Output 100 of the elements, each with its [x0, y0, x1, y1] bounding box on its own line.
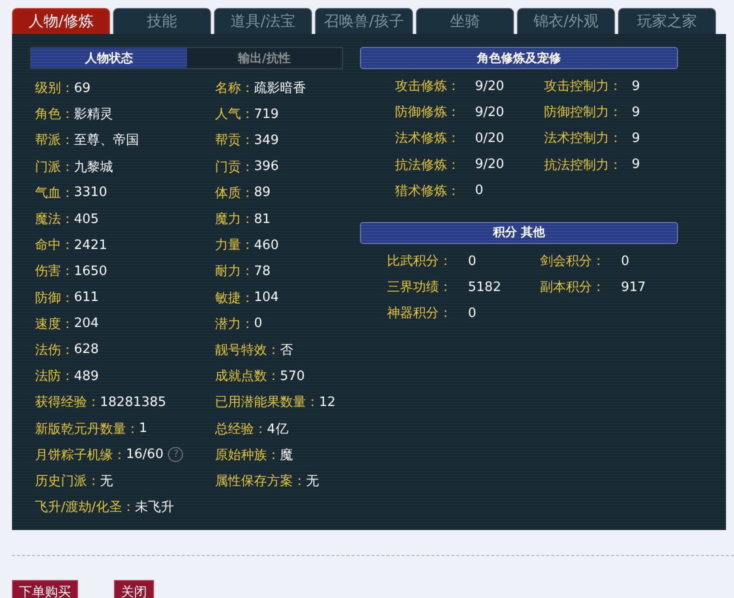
field-value: 9/20 [475, 78, 504, 94]
field-value: 349 [254, 132, 279, 148]
field-value: 104 [254, 290, 279, 306]
field-label: 力量： [215, 237, 254, 254]
field-value: 628 [74, 342, 99, 358]
field-value: 9/20 [475, 104, 504, 120]
field-value: 1650 [74, 264, 108, 279]
field-label: 敏捷： [215, 290, 254, 307]
sub-tab[interactable]: 输出/抗性 [186, 48, 342, 68]
field-label: 历史门派： [35, 472, 100, 490]
field-label: 名称： [215, 80, 254, 98]
tab[interactable]: 道具/法宝 [214, 8, 312, 34]
field-label: 帮派： [35, 132, 74, 150]
field-value: 16/60 [126, 447, 164, 462]
field-value: 9/20 [475, 157, 504, 172]
tab[interactable]: 玩家之家 [618, 8, 716, 34]
field-value: 5182 [468, 280, 502, 295]
field-label: 月饼粽子机缘： [35, 446, 126, 464]
field-label: 门贡： [215, 158, 254, 176]
field-label: 法术控制力： [544, 130, 623, 148]
field-value: 12 [319, 394, 336, 410]
field-value: 1 [139, 421, 148, 436]
tab[interactable]: 锦衣/外观 [517, 8, 615, 34]
field-value: 2421 [74, 238, 108, 253]
field-label: 猎术修炼： [395, 182, 461, 200]
field-label: 飞升/渡劫/化圣： [35, 499, 135, 516]
field-value: 0 [468, 306, 476, 321]
field-label: 获得经验： [35, 394, 100, 412]
field-label: 人气： [215, 106, 254, 124]
field-value: 204 [74, 316, 99, 332]
field-value: 3310 [74, 185, 108, 200]
field-value: 魔 [280, 446, 293, 464]
field-label: 伤害： [35, 263, 74, 280]
field-value: 影精灵 [74, 106, 113, 124]
field-label: 法伤： [35, 342, 74, 359]
tab[interactable]: 召唤兽/孩子 [315, 8, 413, 34]
field-value: 至尊、帝国 [74, 132, 139, 150]
field-value: 460 [254, 238, 279, 253]
field-value: 0/20 [475, 130, 504, 146]
field-value: 396 [254, 159, 279, 174]
tab[interactable]: 坐骑 [416, 8, 514, 34]
sub-tab[interactable]: 人物状态 [31, 48, 186, 68]
field-value: 0 [621, 254, 630, 269]
field-label: 气血： [35, 184, 74, 202]
field-label: 门派： [35, 158, 74, 176]
field-label: 副本积分： [540, 279, 606, 296]
field-value: 9 [632, 104, 640, 120]
field-label: 已用潜能果数量： [215, 394, 319, 412]
field-label: 总经验： [215, 420, 267, 438]
field-value: 未飞升 [134, 499, 174, 516]
field-value: 0 [254, 316, 262, 332]
field-value: 0 [475, 183, 484, 198]
order-button[interactable]: 下单购买 [12, 580, 78, 598]
tab[interactable]: 技能 [113, 8, 211, 34]
field-label: 体质： [215, 184, 254, 202]
field-value: 否 [280, 342, 293, 359]
field-label: 靓号特效： [215, 342, 280, 359]
field-label: 抗法修炼： [395, 156, 461, 174]
field-value: 疏影暗香 [254, 80, 306, 98]
field-value: 69 [74, 80, 91, 96]
field-label: 属性保存方案： [215, 472, 306, 490]
field-value: 719 [254, 106, 279, 122]
field-label: 防御控制力： [544, 104, 623, 122]
field-label: 成就点数： [215, 368, 280, 386]
field-label: 潜力： [215, 316, 254, 333]
field-label: 魔力： [215, 211, 254, 228]
field-value: 405 [74, 212, 99, 227]
section-header: 角色修炼及宠修 [360, 47, 678, 69]
field-value: 9 [632, 78, 640, 94]
field-label: 法术修炼： [395, 130, 461, 148]
field-value: 4亿 [267, 420, 288, 438]
field-label: 攻击修炼： [395, 78, 461, 96]
field-label: 防御： [35, 290, 74, 307]
field-label: 攻击控制力： [544, 78, 623, 96]
field-value: 489 [74, 368, 99, 384]
field-label: 剑会积分： [540, 253, 606, 270]
field-value: 9 [632, 130, 640, 146]
field-value: 无 [306, 472, 319, 490]
field-label: 帮贡： [215, 132, 254, 150]
close-button[interactable]: 关闭 [114, 580, 154, 598]
field-label: 三界功绩： [387, 279, 453, 296]
field-value: 89 [254, 185, 271, 200]
field-label: 法防： [35, 368, 74, 386]
field-label: 耐力： [215, 263, 254, 280]
field-value: 611 [74, 290, 99, 306]
field-value: 0 [468, 254, 476, 269]
field-value: 917 [621, 280, 646, 295]
field-label: 角色： [35, 106, 74, 124]
help-icon[interactable]: ? [168, 447, 184, 462]
field-value: 18281385 [100, 394, 166, 410]
section-header: 积分 其他 [360, 222, 678, 244]
field-label: 速度： [35, 316, 74, 333]
field-label: 级别： [35, 80, 74, 98]
field-label: 魔法： [35, 211, 74, 228]
field-label: 神器积分： [387, 305, 453, 322]
tab[interactable]: 人物/修炼 [12, 8, 110, 34]
field-value: 570 [280, 368, 305, 384]
field-label: 防御修炼： [395, 104, 461, 122]
field-label: 命中： [35, 237, 74, 254]
field-value: 78 [254, 264, 271, 279]
